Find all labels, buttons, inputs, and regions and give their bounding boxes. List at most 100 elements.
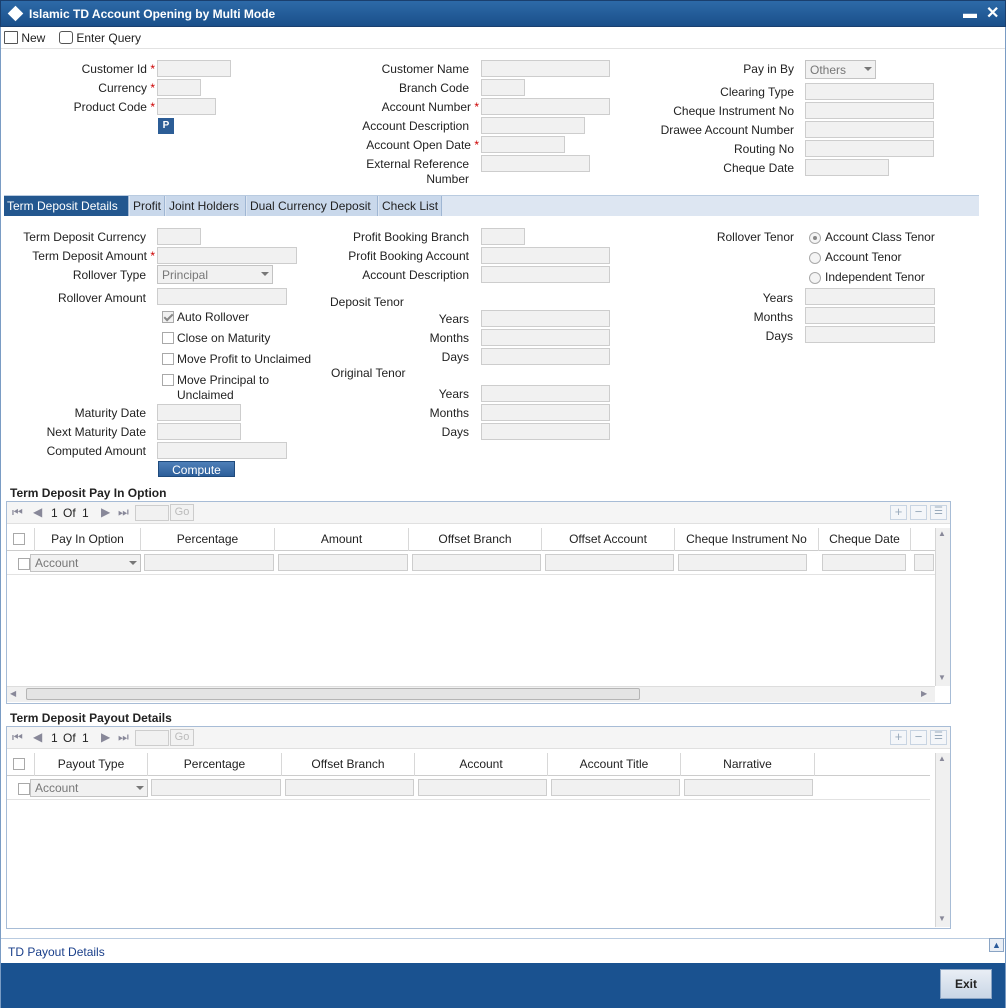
tab-dual-currency-deposit[interactable]: Dual Currency Deposit bbox=[247, 196, 378, 216]
row-checkbox[interactable] bbox=[18, 558, 30, 570]
maturity-date-input[interactable] bbox=[157, 404, 241, 421]
col-cheque-date[interactable]: Cheque Date bbox=[819, 528, 911, 551]
amount-cell[interactable] bbox=[278, 554, 408, 571]
single-view-icon[interactable]: ☰ bbox=[930, 505, 947, 520]
cheque-date-input[interactable] bbox=[805, 159, 889, 176]
select-all-checkbox[interactable] bbox=[13, 533, 25, 545]
original-years-input[interactable] bbox=[481, 385, 610, 402]
col-payout-type[interactable]: Payout Type bbox=[35, 753, 148, 776]
col-amount[interactable]: Amount bbox=[275, 528, 409, 551]
add-row-icon[interactable]: + bbox=[890, 730, 907, 745]
product-code-input[interactable] bbox=[157, 98, 216, 115]
new-button[interactable]: New bbox=[4, 29, 45, 45]
rollover-amount-input[interactable] bbox=[157, 288, 287, 305]
account-cell[interactable] bbox=[418, 779, 547, 796]
narrative-cell[interactable] bbox=[684, 779, 813, 796]
account-tenor-radio[interactable] bbox=[809, 252, 821, 264]
compute-button[interactable]: Compute bbox=[158, 461, 235, 477]
tab-profit[interactable]: Profit bbox=[130, 196, 165, 216]
computed-amount-input[interactable] bbox=[157, 442, 287, 459]
row-checkbox[interactable] bbox=[18, 783, 30, 795]
td-account-description-input[interactable] bbox=[481, 266, 610, 283]
cheque-instrument-no-input[interactable] bbox=[805, 102, 934, 119]
cheque-date-cell[interactable] bbox=[822, 554, 906, 571]
account-description-input[interactable] bbox=[481, 117, 585, 134]
scroll-down-icon[interactable]: ▼ bbox=[938, 673, 946, 682]
single-view-icon[interactable]: ☰ bbox=[930, 730, 947, 745]
exit-button[interactable]: Exit bbox=[940, 969, 992, 999]
deposit-years-input[interactable] bbox=[481, 310, 610, 327]
scroll-down-icon[interactable]: ▼ bbox=[938, 914, 946, 923]
customer-name-input[interactable] bbox=[481, 60, 610, 77]
rollover-type-select[interactable]: Principal bbox=[157, 265, 273, 284]
clearing-type-input[interactable] bbox=[805, 83, 934, 100]
pay-in-by-select[interactable]: Others bbox=[805, 60, 876, 79]
td-currency-input[interactable] bbox=[157, 228, 201, 245]
first-page-icon[interactable]: ⏮ bbox=[12, 730, 23, 745]
last-page-icon[interactable]: ⏭ bbox=[118, 730, 129, 745]
account-class-tenor-radio[interactable] bbox=[809, 232, 821, 244]
tab-term-deposit-details[interactable]: Term Deposit Details bbox=[4, 196, 129, 216]
profit-booking-branch-input[interactable] bbox=[481, 228, 525, 245]
col-cheque-instrument-no[interactable]: Cheque Instrument No bbox=[675, 528, 819, 551]
account-open-date-input[interactable] bbox=[481, 136, 565, 153]
offset-branch-cell[interactable] bbox=[285, 779, 414, 796]
scroll-up-icon[interactable]: ▲ bbox=[938, 529, 946, 538]
add-row-icon[interactable]: + bbox=[890, 505, 907, 520]
routing-no-input[interactable] bbox=[805, 140, 934, 157]
delete-row-icon[interactable]: − bbox=[910, 730, 927, 745]
first-page-icon[interactable]: ⏮ bbox=[12, 505, 23, 520]
close-icon[interactable]: ✕ bbox=[986, 3, 999, 23]
rollover-days-input[interactable] bbox=[805, 326, 935, 343]
pay-in-option-select[interactable]: Account bbox=[30, 554, 141, 572]
payout-type-select[interactable]: Account bbox=[30, 779, 148, 797]
col-offset-account[interactable]: Offset Account bbox=[542, 528, 675, 551]
profit-booking-account-input[interactable] bbox=[481, 247, 610, 264]
rollover-months-input[interactable] bbox=[805, 307, 935, 324]
delete-row-icon[interactable]: − bbox=[910, 505, 927, 520]
next-page-icon[interactable]: ▶ bbox=[101, 730, 110, 744]
td-payout-details-link[interactable]: TD Payout Details bbox=[8, 945, 105, 959]
move-profit-checkbox[interactable] bbox=[162, 353, 174, 365]
select-all-checkbox[interactable] bbox=[13, 758, 25, 770]
tab-check-list[interactable]: Check List bbox=[379, 196, 442, 216]
account-number-input[interactable] bbox=[481, 98, 610, 115]
percentage-cell[interactable] bbox=[151, 779, 281, 796]
prev-page-icon[interactable]: ◀ bbox=[33, 730, 42, 744]
cheque-instrument-no-cell[interactable] bbox=[678, 554, 807, 571]
close-on-maturity-checkbox[interactable] bbox=[162, 332, 174, 344]
td-amount-input[interactable] bbox=[157, 247, 297, 264]
original-months-input[interactable] bbox=[481, 404, 610, 421]
col-percentage[interactable]: Percentage bbox=[148, 753, 282, 776]
auto-rollover-checkbox[interactable] bbox=[162, 311, 174, 323]
offset-branch-cell[interactable] bbox=[412, 554, 541, 571]
external-reference-input[interactable] bbox=[481, 155, 590, 172]
independent-tenor-radio[interactable] bbox=[809, 272, 821, 284]
drawee-account-number-input[interactable] bbox=[805, 121, 934, 138]
percentage-cell[interactable] bbox=[144, 554, 274, 571]
scroll-up-icon[interactable]: ▲ bbox=[938, 754, 946, 763]
enter-query-button[interactable]: Enter Query bbox=[59, 29, 141, 45]
prev-page-icon[interactable]: ◀ bbox=[33, 505, 42, 519]
payout-go-button[interactable]: Go bbox=[170, 729, 194, 746]
customer-id-input[interactable] bbox=[157, 60, 231, 77]
col-narrative[interactable]: Narrative bbox=[681, 753, 815, 776]
minimize-icon[interactable]: ▬ bbox=[963, 5, 977, 21]
tab-joint-holders[interactable]: Joint Holders bbox=[166, 196, 246, 216]
move-principal-checkbox[interactable] bbox=[162, 374, 174, 386]
col-offset-branch[interactable]: Offset Branch bbox=[282, 753, 415, 776]
col-account[interactable]: Account bbox=[415, 753, 548, 776]
payout-page-input[interactable] bbox=[135, 730, 169, 746]
extra-cell[interactable] bbox=[914, 554, 934, 571]
col-pay-in-option[interactable]: Pay In Option bbox=[35, 528, 141, 551]
col-percentage[interactable]: Percentage bbox=[141, 528, 275, 551]
original-days-input[interactable] bbox=[481, 423, 610, 440]
next-page-icon[interactable]: ▶ bbox=[101, 505, 110, 519]
scroll-right-icon[interactable]: ▶ bbox=[921, 689, 927, 698]
payout-vertical-scrollbar[interactable] bbox=[935, 753, 950, 927]
deposit-days-input[interactable] bbox=[481, 348, 610, 365]
branch-code-input[interactable] bbox=[481, 79, 525, 96]
account-title-cell[interactable] bbox=[551, 779, 680, 796]
scroll-up-icon[interactable]: ▲ bbox=[989, 938, 1004, 952]
next-maturity-date-input[interactable] bbox=[157, 423, 241, 440]
